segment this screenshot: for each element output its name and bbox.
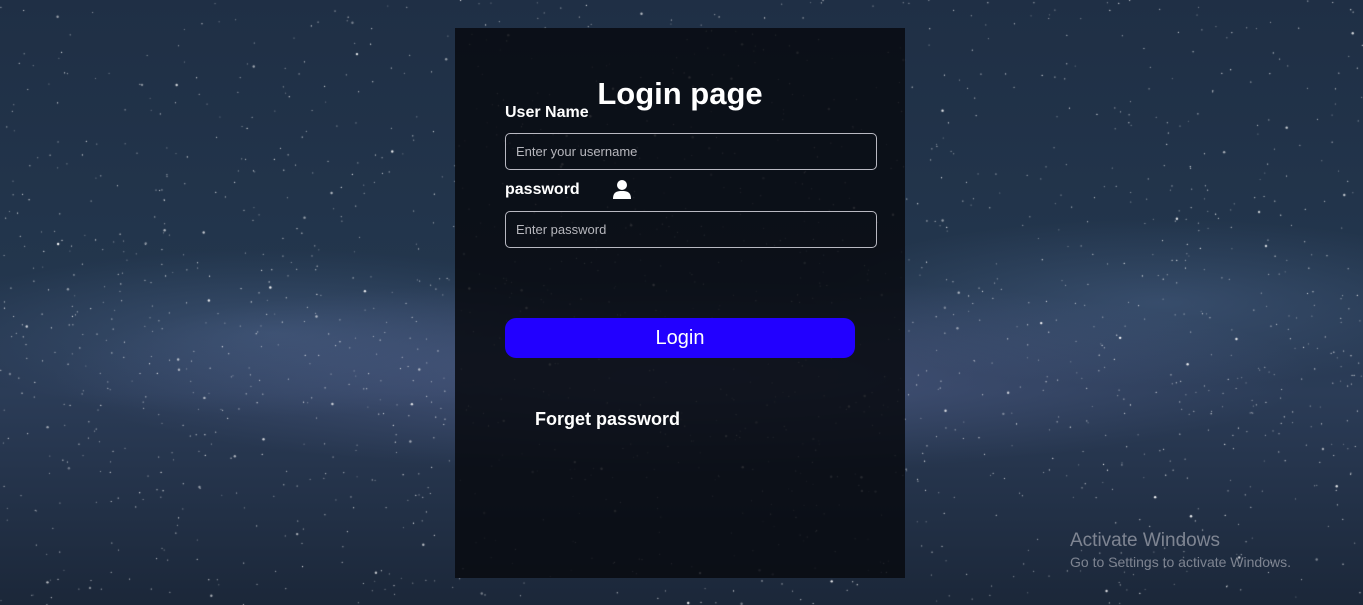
login-panel: Login page User Name password Login Forg… <box>455 28 905 578</box>
login-button[interactable]: Login <box>505 318 855 358</box>
password-label: password <box>505 181 580 198</box>
activate-windows-watermark: Activate Windows Go to Settings to activ… <box>1070 529 1291 571</box>
password-input[interactable] <box>505 211 877 248</box>
watermark-title: Activate Windows <box>1070 530 1220 551</box>
user-icon <box>612 179 632 199</box>
watermark-subtitle: Go to Settings to activate Windows. <box>1070 554 1291 570</box>
username-label: User Name <box>505 104 589 121</box>
forget-password-link[interactable]: Forget password <box>535 408 680 430</box>
username-input[interactable] <box>505 133 877 170</box>
